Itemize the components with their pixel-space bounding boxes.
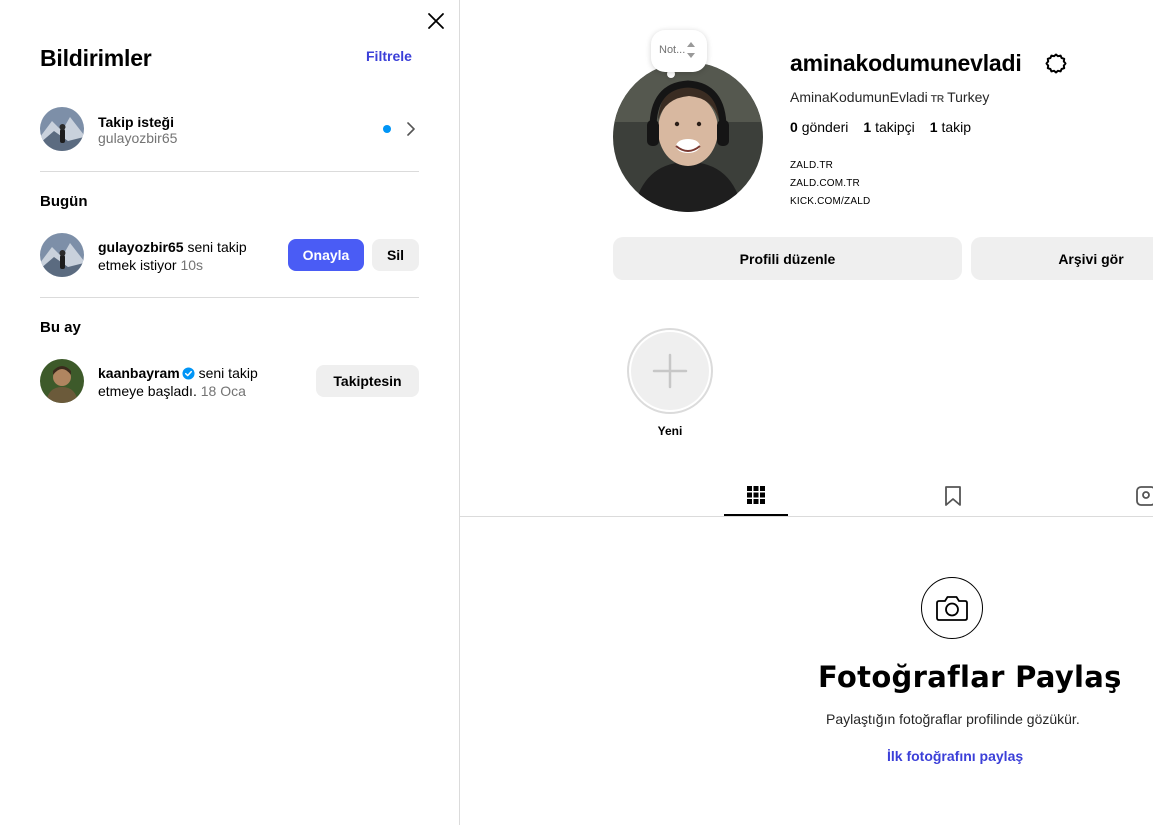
divider bbox=[40, 297, 419, 298]
profile-fullname: AminaKodumunEvladi TR Turkey bbox=[790, 89, 989, 105]
edit-profile-button[interactable]: Profili düzenle bbox=[613, 237, 962, 280]
notification-message-2: etmeye başladı. bbox=[98, 383, 201, 399]
section-today: Bugün bbox=[40, 193, 88, 210]
tagged-photo-icon bbox=[1136, 486, 1153, 506]
plus-icon bbox=[652, 353, 688, 389]
empty-state-title: Fotoğraflar Paylaş bbox=[818, 660, 1122, 694]
notification-time: 18 Oca bbox=[200, 383, 246, 399]
notification-time: 10s bbox=[180, 257, 204, 273]
section-this-month: Bu ay bbox=[40, 319, 81, 336]
chevron-right-icon bbox=[407, 122, 415, 136]
followers-count[interactable]: 1 takipçi bbox=[863, 119, 914, 135]
profile-page: Not... aminakodumunevladi AminaKodumunEv… bbox=[460, 0, 1153, 825]
new-highlight-button[interactable] bbox=[627, 328, 713, 414]
notification-text: gulayozbir65 seni takip etmek istiyor 10… bbox=[98, 238, 247, 274]
country-flag: TR bbox=[930, 94, 945, 105]
note-scroll-arrows-icon bbox=[687, 42, 695, 58]
notification-message: seni takip bbox=[183, 239, 247, 255]
confirm-button[interactable]: Onayla bbox=[288, 239, 364, 271]
bio-link[interactable]: KICK.COM/ZALD bbox=[790, 196, 870, 207]
following-button[interactable]: Takiptesin bbox=[316, 365, 419, 397]
camera-icon bbox=[936, 596, 968, 621]
tabs-divider bbox=[460, 516, 1153, 517]
camera-circle bbox=[921, 577, 983, 639]
panel-title: Bildirimler bbox=[40, 45, 152, 71]
tab-saved[interactable] bbox=[921, 476, 985, 516]
bio-link[interactable]: ZALD.TR bbox=[790, 160, 833, 171]
full-name: AminaKodumunEvladi bbox=[790, 89, 928, 105]
notification-message-2: etmek istiyor bbox=[98, 257, 181, 273]
bio-link[interactable]: ZALD.COM.TR bbox=[790, 178, 860, 189]
tab-tagged[interactable] bbox=[1134, 476, 1153, 516]
tab-posts[interactable] bbox=[724, 476, 788, 516]
delete-button[interactable]: Sil bbox=[372, 239, 419, 271]
note-placeholder: Not... bbox=[659, 44, 686, 56]
verified-badge-icon bbox=[182, 367, 195, 380]
bookmark-icon bbox=[945, 486, 961, 506]
empty-state-subtitle: Paylaştığın fotoğraflar profilinde gözük… bbox=[826, 711, 1080, 727]
country-name: Turkey bbox=[947, 89, 990, 105]
notification-username[interactable]: gulayozbir65 bbox=[98, 239, 184, 255]
close-icon[interactable] bbox=[426, 11, 446, 31]
filter-button[interactable]: Filtrele bbox=[366, 48, 412, 64]
view-archive-button[interactable]: Arşivi gör bbox=[971, 237, 1153, 280]
note-bubble[interactable]: Not... bbox=[651, 30, 707, 72]
new-highlight-label: Yeni bbox=[657, 424, 683, 438]
follow-requests-row[interactable]: Takip isteği gulayozbir65 bbox=[0, 100, 460, 158]
notification-text: kaanbayram seni takip etmeye başladı. 18… bbox=[98, 364, 258, 400]
notification-message: seni takip bbox=[194, 365, 258, 381]
avatar[interactable] bbox=[40, 359, 84, 403]
divider bbox=[40, 171, 419, 172]
grid-icon bbox=[747, 486, 765, 504]
share-first-photo-link[interactable]: İlk fotoğrafını paylaş bbox=[887, 748, 1023, 764]
profile-username: aminakodumunevladi bbox=[790, 50, 1022, 76]
avatar bbox=[40, 107, 84, 151]
avatar[interactable] bbox=[40, 233, 84, 277]
settings-gear-icon[interactable] bbox=[1044, 52, 1068, 76]
unread-dot bbox=[383, 125, 391, 133]
follow-request-username: gulayozbir65 bbox=[98, 130, 178, 146]
notifications-panel: Bildirimler Filtrele Takip isteği gulayo… bbox=[0, 0, 460, 825]
following-count[interactable]: 1 takip bbox=[930, 119, 971, 135]
posts-count: 0 gönderi bbox=[790, 119, 849, 135]
profile-stats: 0 gönderi 1 takipçi 1 takip bbox=[790, 119, 971, 135]
follow-request-title: Takip isteği bbox=[98, 114, 174, 130]
notification-username[interactable]: kaanbayram bbox=[98, 365, 180, 381]
profile-picture[interactable] bbox=[613, 62, 763, 212]
